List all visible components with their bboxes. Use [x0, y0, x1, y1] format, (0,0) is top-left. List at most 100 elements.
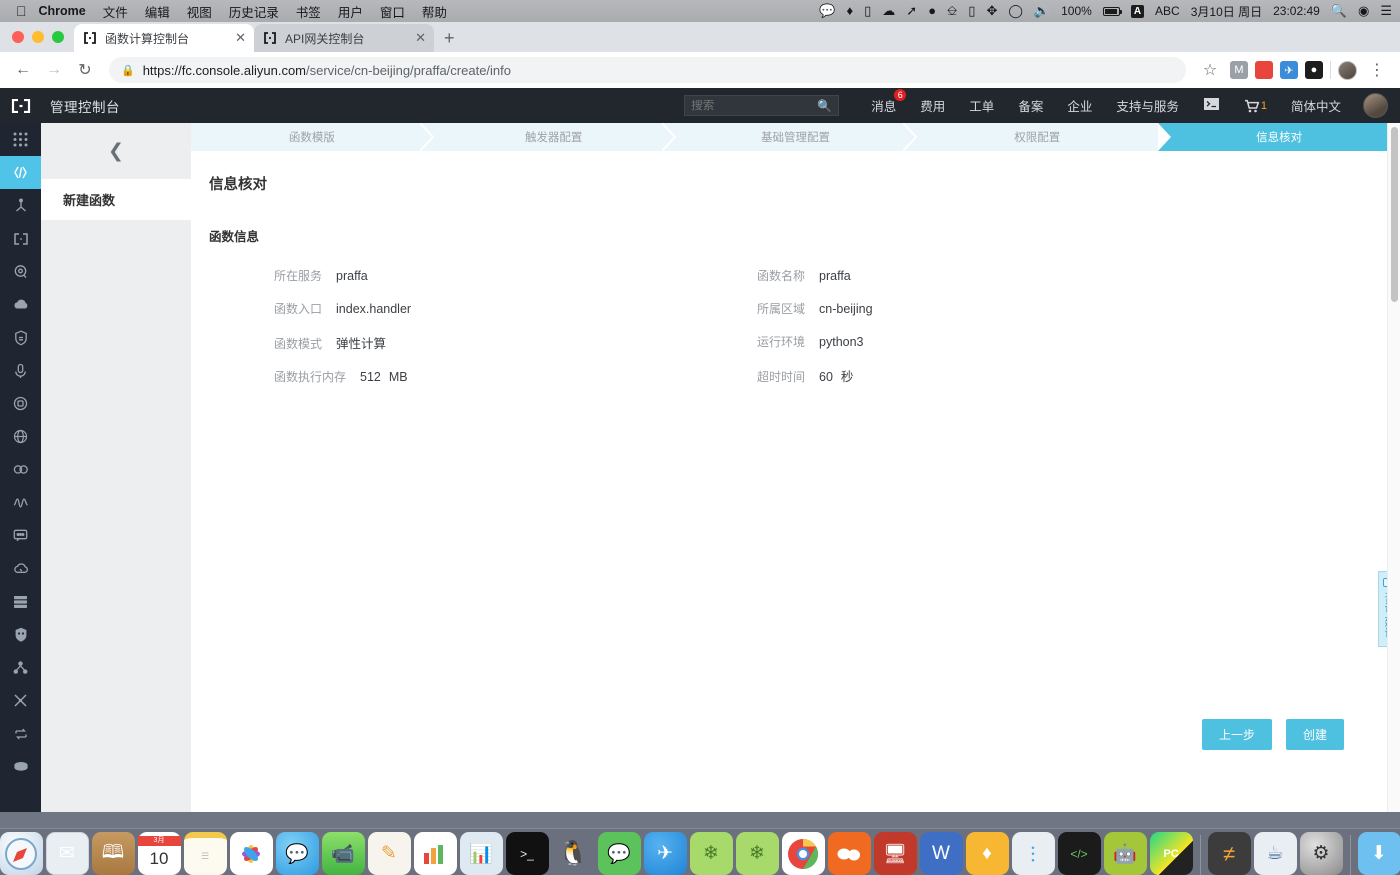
rail-item-cloud-storage[interactable]: [0, 552, 41, 585]
dock-wechat-icon[interactable]: 💬: [597, 832, 641, 875]
dock-contacts-icon[interactable]: 🕮: [91, 832, 135, 875]
battery-icon[interactable]: [1102, 6, 1122, 16]
rail-item-cluster[interactable]: [0, 651, 41, 684]
menu-item-window[interactable]: 窗口: [380, 2, 405, 21]
shopping-cart-icon[interactable]: 1: [1232, 98, 1279, 113]
dock-appstore-icon[interactable]: ︙: [1011, 832, 1055, 875]
console-search-box[interactable]: 🔍: [684, 95, 840, 116]
nav-item-tickets[interactable]: 工单: [957, 96, 1006, 115]
control-center-icon[interactable]: ☰: [1380, 4, 1392, 18]
rail-item-analytics[interactable]: [0, 486, 41, 519]
aliyun-logo-icon[interactable]: [0, 98, 42, 113]
rail-item-iot[interactable]: [0, 354, 41, 387]
extension-blue-bird-icon[interactable]: ✈: [1280, 61, 1298, 79]
dock-terminal-icon[interactable]: >_: [505, 832, 549, 875]
dock-chrome-icon[interactable]: [781, 832, 825, 875]
search-icon[interactable]: 🔍: [817, 99, 832, 113]
rail-item-all-products[interactable]: [0, 123, 41, 156]
dock-mail-icon[interactable]: ✉: [45, 832, 89, 875]
page-scrollbar[interactable]: [1387, 123, 1400, 812]
nav-item-enterprise[interactable]: 企业: [1055, 96, 1104, 115]
chrome-menu-icon[interactable]: ⋮: [1364, 57, 1390, 83]
previous-step-button[interactable]: 上一步: [1201, 719, 1272, 750]
rail-item-waf[interactable]: [0, 618, 41, 651]
dock-green-app2-icon[interactable]: ❄: [735, 832, 779, 875]
nav-item-support[interactable]: 支持与服务: [1104, 96, 1191, 115]
rail-item-network[interactable]: [0, 684, 41, 717]
step-trigger-config[interactable]: 触发器配置: [432, 123, 676, 151]
dock-messages-icon[interactable]: 💬: [275, 832, 319, 875]
rail-item-messaging[interactable]: [0, 519, 41, 552]
input-source-icon[interactable]: A: [1130, 4, 1145, 18]
nav-item-icp[interactable]: 备案: [1006, 96, 1055, 115]
dock-qq-icon[interactable]: 🐧: [552, 832, 595, 875]
extension-red-icon[interactable]: [1255, 61, 1273, 79]
dropbox-status-icon[interactable]: ♦: [846, 4, 853, 18]
wifi-icon[interactable]: ◯: [1008, 4, 1023, 18]
menu-item-profiles[interactable]: 用户: [338, 2, 363, 21]
dock-android-studio-icon[interactable]: 🤖: [1103, 832, 1147, 875]
rail-item-object-storage[interactable]: [0, 750, 41, 783]
bucket-status-icon[interactable]: ⎒: [947, 4, 957, 18]
dock-photos-icon[interactable]: [229, 832, 273, 875]
apple-logo-icon[interactable]: : [16, 4, 27, 18]
browser-tab-api-gateway[interactable]: API网关控制台 ✕: [254, 24, 434, 52]
rail-item-cdn[interactable]: [0, 288, 41, 321]
bookmark-star-icon[interactable]: ☆: [1197, 57, 1223, 83]
browser-tab-fc-console[interactable]: 函数计算控制台 ✕: [74, 24, 254, 52]
language-switcher[interactable]: 简体中文: [1279, 96, 1353, 115]
dock-aliyun-icon[interactable]: [827, 832, 871, 875]
dock-notes-icon[interactable]: ☰: [183, 832, 227, 875]
minimize-window-button[interactable]: [32, 31, 44, 43]
rail-item-monitor[interactable]: [0, 387, 41, 420]
reload-icon[interactable]: ↻: [72, 57, 98, 83]
menu-item-edit[interactable]: 编辑: [145, 2, 170, 21]
menu-item-file[interactable]: 文件: [103, 2, 128, 21]
dock-system-preferences-icon[interactable]: ⚙: [1299, 832, 1343, 875]
step-basic-config[interactable]: 基础管理配置: [674, 123, 918, 151]
menu-item-help[interactable]: 帮助: [422, 2, 447, 21]
wechat-status-icon[interactable]: 💬: [819, 4, 835, 18]
scrollbar-thumb[interactable]: [1391, 127, 1398, 302]
dock-green-app-icon[interactable]: ❄: [689, 832, 733, 875]
spotlight-search-icon[interactable]: 🔍: [1331, 4, 1347, 18]
collapse-sidebar-button[interactable]: ❮: [41, 123, 191, 179]
extension-dark-icon[interactable]: ●: [1305, 61, 1323, 79]
rocket-status-icon[interactable]: ➚: [906, 4, 917, 18]
dock-pycharm-icon[interactable]: PC: [1149, 832, 1193, 875]
dock-code-editor-icon[interactable]: </>: [1057, 832, 1101, 875]
dock-java-icon[interactable]: ☕: [1253, 832, 1297, 875]
rail-item-queue[interactable]: [0, 717, 41, 750]
dock-downloads-folder-icon[interactable]: ⬇: [1357, 832, 1400, 875]
menu-item-bookmarks[interactable]: 书签: [296, 2, 321, 21]
address-bar[interactable]: 🔒 https://fc.console.aliyun.com/service/…: [109, 57, 1186, 83]
dock-facetime-icon[interactable]: 📹: [321, 832, 365, 875]
menu-item-view[interactable]: 视图: [187, 2, 212, 21]
back-icon[interactable]: ←: [10, 57, 36, 83]
dock-calendar-icon[interactable]: 3月 10: [137, 832, 181, 875]
sidebar-item-new-function[interactable]: 新建函数: [41, 179, 191, 220]
rail-item-function-compute[interactable]: [0, 156, 41, 189]
step-function-template[interactable]: 函数模版: [191, 123, 434, 151]
pill-status-icon[interactable]: ▯: [864, 4, 871, 18]
dock-presentation-icon[interactable]: 📊: [459, 832, 503, 875]
rail-item-ecs[interactable]: [0, 189, 41, 222]
nav-item-billing[interactable]: 费用: [908, 96, 957, 115]
step-info-review[interactable]: 信息核对: [1158, 123, 1400, 151]
cloud-status-icon[interactable]: ☁: [882, 4, 895, 18]
profile-avatar[interactable]: [1338, 60, 1357, 80]
user-avatar[interactable]: [1363, 93, 1388, 118]
shield-status-icon[interactable]: ●: [928, 4, 936, 18]
maximize-window-button[interactable]: [52, 31, 64, 43]
dock-sketch-icon[interactable]: ♦: [965, 832, 1009, 875]
dock-keynote-icon[interactable]: ✎: [367, 832, 411, 875]
bluetooth-icon[interactable]: ✥: [986, 4, 997, 18]
menu-item-chrome[interactable]: Chrome: [39, 4, 86, 18]
step-permission-config[interactable]: 权限配置: [916, 123, 1159, 151]
rail-item-database[interactable]: [0, 585, 41, 618]
rail-item-search-service[interactable]: [0, 255, 41, 288]
rail-item-link[interactable]: [0, 453, 41, 486]
dock-safari-icon[interactable]: [0, 832, 43, 875]
dock-remote-desktop-icon[interactable]: 🖥: [873, 832, 917, 875]
nav-item-messages[interactable]: 消息 6: [859, 89, 908, 115]
